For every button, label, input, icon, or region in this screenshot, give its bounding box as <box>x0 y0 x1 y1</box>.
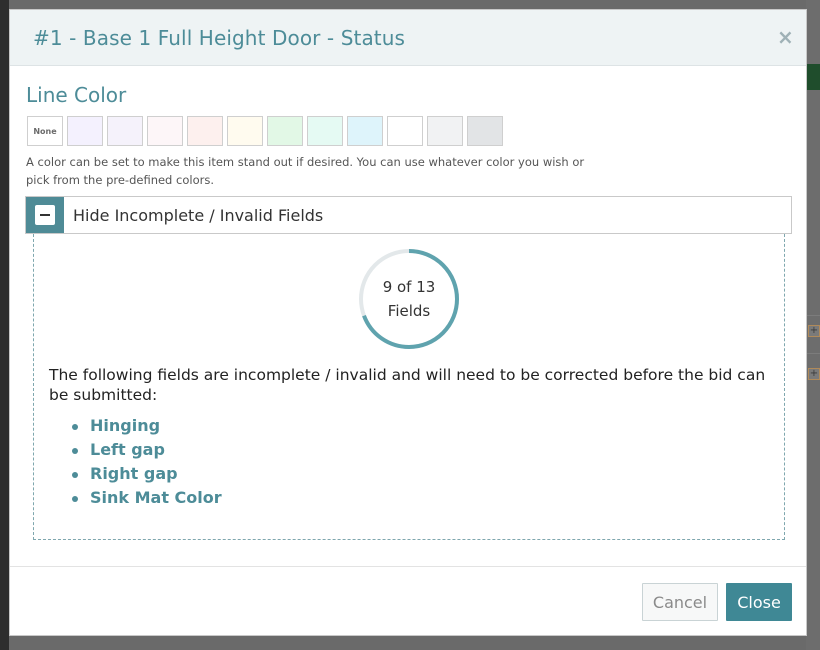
hide-incomplete-toggle-bar[interactable]: Hide Incomplete / Invalid Fields <box>25 196 792 234</box>
progress-unit: Fields <box>387 302 431 320</box>
color-swatch-4[interactable] <box>187 116 223 146</box>
status-modal: #1 - Base 1 Full Height Door - Status × … <box>9 9 807 636</box>
footer-divider <box>10 566 806 567</box>
minus-icon <box>35 205 55 225</box>
incomplete-fields-message: The following fields are incomplete / in… <box>49 366 766 404</box>
color-swatch-list: None <box>27 116 503 146</box>
close-icon[interactable]: × <box>777 26 794 48</box>
color-swatch-11[interactable] <box>467 116 503 146</box>
color-swatch-10[interactable] <box>427 116 463 146</box>
background-page-left-edge <box>0 0 9 650</box>
list-item: Hinging <box>72 414 222 438</box>
color-swatch-6[interactable] <box>267 116 303 146</box>
incomplete-fields-panel: 9 of 13 Fields The following fields are … <box>33 234 785 540</box>
color-swatch-5[interactable] <box>227 116 263 146</box>
color-swatch-3[interactable] <box>147 116 183 146</box>
line-color-hint: A color can be set to make this item sta… <box>26 155 585 187</box>
color-swatch-9[interactable] <box>387 116 423 146</box>
list-item: Right gap <box>72 462 222 486</box>
cancel-button[interactable]: Cancel <box>642 583 718 621</box>
collapse-label: Hide Incomplete / Invalid Fields <box>73 206 324 225</box>
color-swatch-2[interactable] <box>107 116 143 146</box>
collapse-toggle-button[interactable] <box>26 197 64 233</box>
line-color-title: Line Color <box>26 83 127 107</box>
incomplete-fields-list: Hinging Left gap Right gap Sink Mat Color <box>72 414 222 510</box>
background-divider <box>806 315 820 316</box>
background-plus-icon: + <box>808 368 820 380</box>
color-swatch-8[interactable] <box>347 116 383 146</box>
close-button[interactable]: Close <box>726 583 792 621</box>
background-divider <box>806 353 820 354</box>
color-swatch-none[interactable]: None <box>27 116 63 146</box>
background-plus-icon: + <box>808 325 820 337</box>
color-swatch-7[interactable] <box>307 116 343 146</box>
modal-header: #1 - Base 1 Full Height Door - Status × <box>10 10 806 66</box>
modal-title: #1 - Base 1 Full Height Door - Status <box>33 26 406 50</box>
background-page-green-bar <box>806 64 820 90</box>
progress-text: 9 of 13 Fields <box>357 247 461 351</box>
list-item: Left gap <box>72 438 222 462</box>
color-swatch-1[interactable] <box>67 116 103 146</box>
progress-count: 9 of 13 <box>382 278 436 296</box>
list-item: Sink Mat Color <box>72 486 222 510</box>
